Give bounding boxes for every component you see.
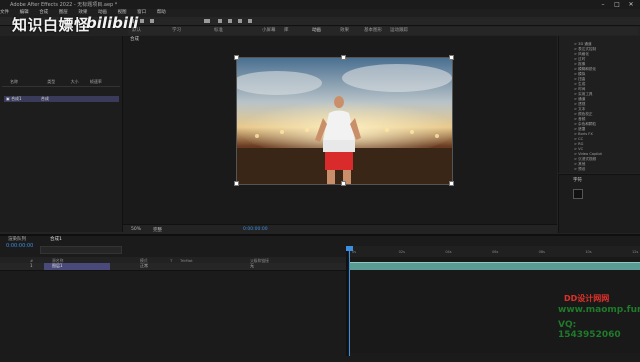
playhead-handle[interactable] <box>346 246 353 251</box>
effect-category[interactable]: > Video Copilot <box>574 152 602 156</box>
tab-small-screen[interactable]: 小屏幕 <box>262 27 276 33</box>
layer-duration-bar[interactable] <box>350 262 640 270</box>
layer-parent-dropdown[interactable]: 无 <box>250 263 254 269</box>
layer-mode-dropdown[interactable]: 正常 <box>140 263 148 269</box>
viewer-timecode[interactable]: 0:00:00:00 <box>243 227 268 232</box>
layer-search-input[interactable] <box>40 246 122 254</box>
project-panel <box>0 36 123 232</box>
playhead-line <box>349 246 350 356</box>
ruler-tick-label: 12s <box>632 250 639 254</box>
composition-icon: ▣ <box>6 96 10 101</box>
layer-name[interactable]: 图层1 <box>52 263 63 269</box>
transform-handle[interactable] <box>234 55 239 60</box>
character-title: 字符 <box>573 178 582 183</box>
effect-category[interactable]: > 预设 <box>574 167 585 172</box>
watermark-qq: VQ: 1543952060 <box>558 320 621 340</box>
watermark-url: www.maomp.fun <box>558 305 640 315</box>
effect-category[interactable]: > VC <box>574 147 583 151</box>
tab-libraries[interactable]: 库 <box>284 27 289 33</box>
project-item-name: 合成1 <box>11 96 22 101</box>
fill-color-swatch[interactable] <box>573 189 583 199</box>
maximize-button[interactable]: □ <box>610 0 624 9</box>
tab-animation[interactable]: 动画 <box>312 27 321 33</box>
transform-handle[interactable] <box>234 181 239 186</box>
tab-comp1[interactable]: 合成1 <box>50 236 62 242</box>
watermark-brand: DD设计网网 <box>564 294 610 303</box>
zoom-dropdown[interactable]: 50% <box>131 227 141 232</box>
effect-category[interactable]: > CC <box>574 137 583 141</box>
transform-handle[interactable] <box>449 181 454 186</box>
timeline-tabs: 渲染队列 合成1 <box>0 235 640 243</box>
tab-essential-graphics[interactable]: 基本图形 <box>364 27 382 33</box>
character-panel: 字符 <box>558 174 640 233</box>
tab-motion-tracking[interactable]: 运动跟踪 <box>390 27 408 33</box>
menu-window[interactable]: 窗口 <box>137 10 146 15</box>
viewer-controls: 50% 完整 0:00:00:00 <box>123 224 557 234</box>
viewer-tab[interactable]: 合成 <box>130 36 139 42</box>
menu-help[interactable]: 帮助 <box>157 10 166 15</box>
col-fps[interactable]: 帧速率 <box>90 79 102 84</box>
project-item[interactable]: ▣ 合成1 合成 <box>6 96 49 102</box>
tab-render-queue[interactable]: 渲染队列 <box>8 236 26 242</box>
transform-handle[interactable] <box>341 181 346 186</box>
soccer-player-image <box>237 58 452 184</box>
tab-standard[interactable]: 标准 <box>214 27 223 33</box>
col-type[interactable]: 类型 <box>47 79 55 84</box>
minimize-button[interactable]: – <box>596 0 610 9</box>
tab-learn[interactable]: 学习 <box>172 27 181 33</box>
watermark-text: 知识白嫖怪 <box>12 16 90 34</box>
ruler-tick-label: 02s <box>398 250 405 254</box>
tab-effects[interactable]: 效果 <box>340 27 349 33</box>
ruler-tick-label: 08s <box>538 250 545 254</box>
ruler-tick-label: 10s <box>585 250 592 254</box>
col-name[interactable]: 名称 <box>10 79 18 84</box>
timeline-timecode[interactable]: 0:00:00:00 <box>6 243 33 249</box>
ruler-tick-label: 06s <box>492 250 499 254</box>
composition-frame[interactable] <box>236 57 453 185</box>
effect-category[interactable]: > RG <box>574 142 583 146</box>
close-button[interactable]: ✕ <box>624 0 638 9</box>
project-columns: 名称 类型 大小 帧速率 <box>2 79 120 87</box>
project-item-type: 合成 <box>40 96 49 101</box>
transform-handle[interactable] <box>449 55 454 60</box>
effect-category[interactable]: > Boris FX <box>574 132 593 136</box>
layer-index: 1 <box>30 263 33 268</box>
resolution-dropdown[interactable]: 完整 <box>153 227 162 233</box>
window-title: Adobe After Effects 2022 - 无标题项目.aep * <box>10 2 118 8</box>
bilibili-logo: bilibili <box>86 14 139 32</box>
workspace-tabs: 默认 学习 标准 小屏幕 库 动画 效果 基本图形 运动跟踪 <box>128 27 638 35</box>
menu-file[interactable]: 文件 <box>0 10 9 15</box>
col-size[interactable]: 大小 <box>71 79 79 84</box>
ruler-tick-label: 04s <box>445 250 452 254</box>
transform-handle[interactable] <box>341 55 346 60</box>
